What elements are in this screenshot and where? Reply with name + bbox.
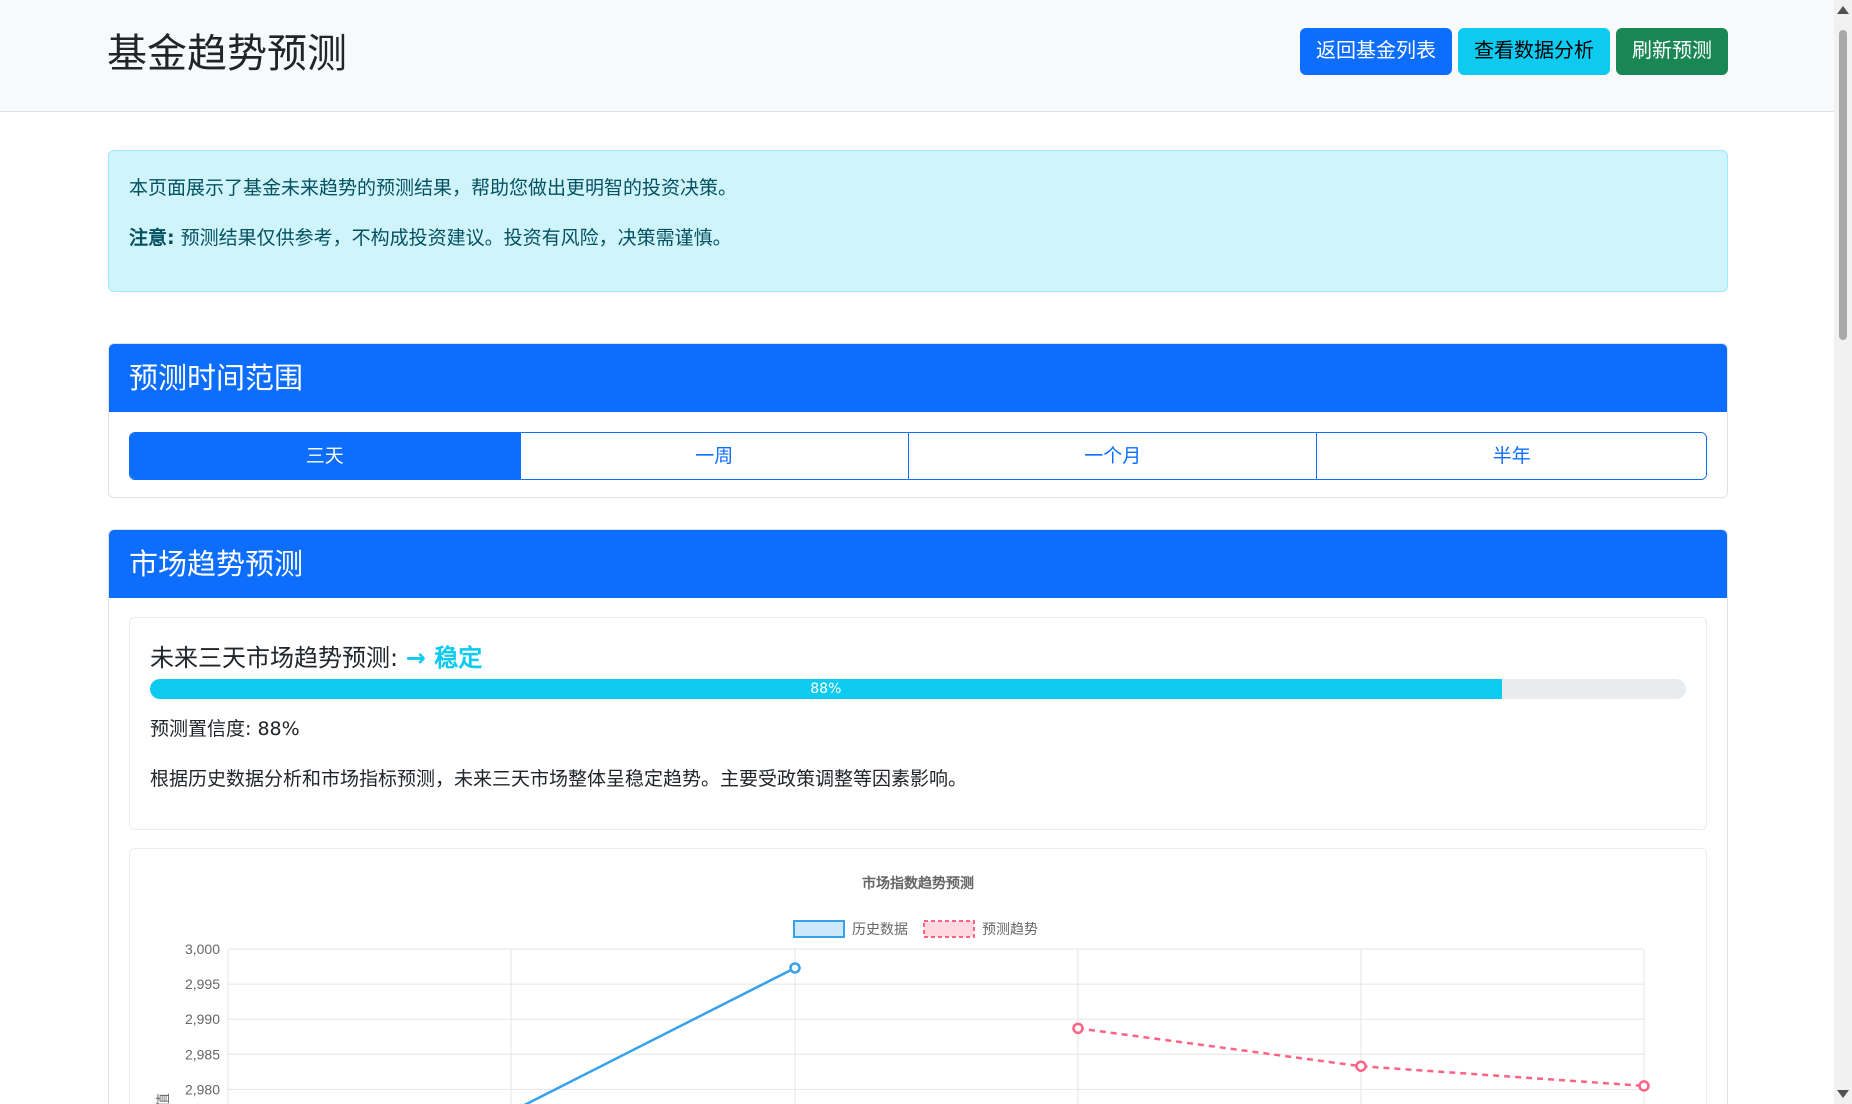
tab-one-week[interactable]: 一周 — [519, 433, 908, 479]
data-point-1-5 — [1638, 1080, 1650, 1092]
scroll-thumb[interactable] — [1839, 30, 1847, 340]
prediction-heading: 未来三天市场趋势预测: → 稳定 — [150, 638, 482, 673]
y-tick-label: 2,990 — [185, 1011, 220, 1027]
page-title: 基金趋势预测 — [107, 31, 347, 77]
prediction-label: 未来三天市场趋势预测: — [150, 644, 399, 672]
note-text: 预测结果仅供参考，不构成投资建议。投资有风险，决策需谨慎。 — [180, 227, 732, 249]
confidence-progress: 88% — [150, 679, 1686, 699]
series-line-0 — [523, 966, 796, 1104]
tab-three-days[interactable]: 三天 — [130, 433, 520, 479]
alert-description: 本页面展示了基金未来趋势的预测结果，帮助您做出更明智的投资决策。 — [129, 177, 738, 199]
confidence-text: 预测置信度: 88% — [150, 718, 300, 740]
right-arrow-icon: → — [405, 644, 426, 672]
scroll-up-arrow-icon[interactable] — [1837, 6, 1849, 14]
legend-label-0: 历史数据 — [852, 921, 908, 937]
legend-swatch-1 — [923, 920, 975, 938]
data-point-1-3 — [1072, 1022, 1084, 1035]
trend-card: 市场趋势预测 未来三天市场趋势预测: → 稳定 88% 预测置信度: 88% 根… — [108, 529, 1728, 1104]
range-card-title: 预测时间范围 — [109, 344, 1727, 412]
top-navbar: 基金趋势预测 返回基金列表 查看数据分析 刷新预测 — [0, 0, 1834, 112]
refresh-prediction-button[interactable]: 刷新预测 — [1616, 28, 1728, 75]
y-tick-label: 2,985 — [185, 1046, 220, 1062]
data-point-1-4 — [1355, 1060, 1367, 1072]
y-tick-label: 3,000 — [185, 941, 220, 957]
trend-indicator: → 稳定 — [406, 644, 482, 672]
tab-half-year[interactable]: 半年 — [1316, 433, 1706, 479]
trend-value: 稳定 — [434, 644, 483, 672]
data-point-0-2 — [789, 962, 801, 974]
legend-swatch-0 — [793, 920, 845, 938]
y-axis-label: 指数值 — [155, 1093, 171, 1104]
view-analysis-button[interactable]: 查看数据分析 — [1458, 28, 1610, 75]
range-tabs: 三天 一周 一个月 半年 — [129, 432, 1707, 480]
chart-title: 市场指数趋势预测 — [862, 875, 974, 891]
scroll-down-arrow-icon[interactable] — [1837, 1090, 1849, 1098]
confidence-progress-bar: 88% — [150, 679, 1502, 699]
prediction-description: 根据历史数据分析和市场指标预测，未来三天市场整体呈稳定趋势。主要受政策调整等因素… — [150, 768, 968, 790]
note-label: 注意: — [129, 227, 175, 249]
range-card: 预测时间范围 三天 一周 一个月 半年 — [108, 343, 1728, 498]
info-alert: 本页面展示了基金未来趋势的预测结果，帮助您做出更明智的投资决策。 注意: 预测结… — [108, 150, 1728, 292]
page-scrollbar[interactable] — [1834, 0, 1852, 1104]
chart-container: 市场指数趋势预测历史数据 预测趋势 3,000 2,995 2,990 2,985 2,98… — [129, 848, 1707, 1104]
prediction-summary: 未来三天市场趋势预测: → 稳定 88% 预测置信度: 88% 根据历史数据分析… — [129, 617, 1707, 830]
y-tick-label: 2,995 — [185, 976, 220, 992]
trend-chart: 市场指数趋势预测历史数据 预测趋势 3,000 2,995 2,990 2,985 2,98… — [155, 875, 1650, 1104]
trend-card-title: 市场趋势预测 — [109, 530, 1727, 598]
back-to-list-button[interactable]: 返回基金列表 — [1300, 28, 1452, 75]
alert-note: 注意: 预测结果仅供参考，不构成投资建议。投资有风险，决策需谨慎。 — [129, 223, 732, 250]
legend-label-1: 预测趋势 — [982, 921, 1038, 937]
y-tick-label: 2,980 — [185, 1081, 220, 1097]
tab-one-month[interactable]: 一个月 — [908, 433, 1317, 479]
